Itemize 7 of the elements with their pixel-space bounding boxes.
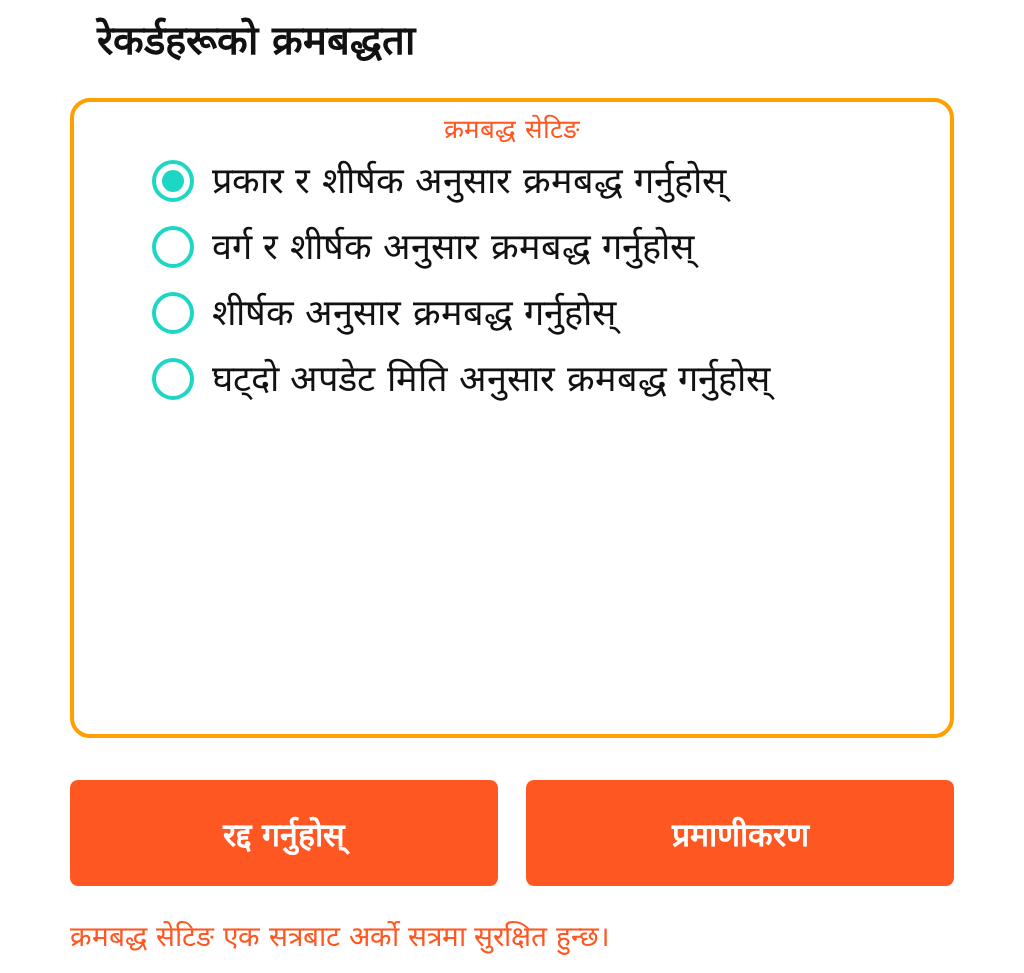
dialog-title: रेकर्डहरूको क्रमबद्धता [97, 16, 418, 65]
radio-button[interactable] [152, 226, 194, 268]
radio-button[interactable] [152, 292, 194, 334]
radio-button[interactable] [152, 160, 194, 202]
info-note: क्रमबद्ध सेटिङ एक सत्रबाट अर्को सत्रमा सुरक्षित हुन्छ। [70, 919, 612, 954]
radio-button[interactable] [152, 358, 194, 400]
panel-legend: क्रमबद्ध सेटिङ [74, 110, 950, 146]
